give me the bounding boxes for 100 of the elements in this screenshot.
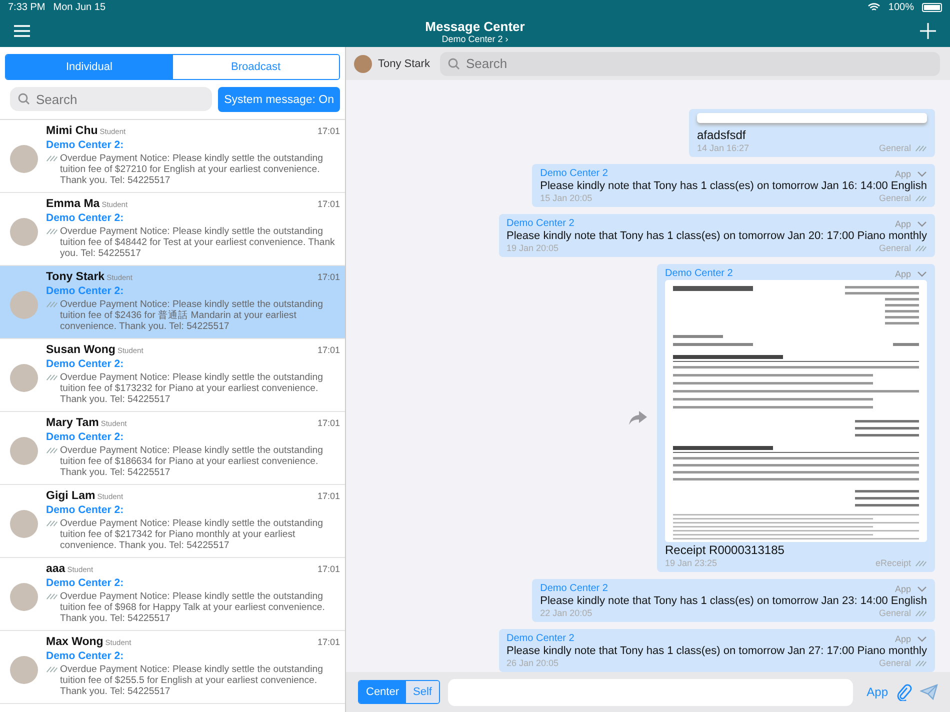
- message-preview: Overdue Payment Notice: Please kindly settle the outstanding tuition fee of $217342 for Piano monthly at your earliest convenience. Thank you. Tel: 54225517: [60, 518, 324, 551]
- read-ticks-icon: [46, 447, 58, 454]
- contact-name: Susan Wong: [46, 344, 116, 356]
- page-title: Message Center: [425, 18, 525, 34]
- message-time: 19 Jan 20:05: [506, 243, 559, 253]
- message-text: Please kindly note that Tony has 1 class(es) on tomorrow Jan 23: 14:00 English: [540, 595, 927, 607]
- message-time: 14 Jan 16:27: [697, 143, 750, 153]
- battery-icon: [922, 3, 942, 12]
- message-time: 17:01: [317, 491, 340, 501]
- message-category: General: [878, 608, 911, 618]
- receipt-image-drawing[interactable]: [665, 280, 927, 542]
- paperclip-icon[interactable]: [896, 683, 912, 701]
- sender-name: Demo Center 2:: [46, 577, 125, 589]
- message-time: 17:01: [317, 126, 340, 136]
- read-ticks-icon: [46, 593, 58, 600]
- message-preview: Overdue Payment Notice: Please kindly settle the outstanding tuition fee of $186634 for Piano at your earliest convenience. Thank you. Tel: 54225517: [60, 445, 324, 478]
- contact-name: Mimi Chu: [46, 125, 98, 137]
- message-text: afadsfsdf: [697, 128, 747, 142]
- contact-name: Max Wong: [46, 636, 104, 648]
- wifi-icon: [868, 3, 880, 12]
- channel-label: App: [894, 634, 911, 644]
- avatar: [10, 291, 38, 319]
- read-ticks-icon: [915, 144, 927, 152]
- menu-icon[interactable]: [14, 25, 30, 37]
- message-time: 17:01: [317, 564, 340, 574]
- avatar: [10, 656, 38, 684]
- message-category: General: [878, 143, 911, 153]
- message-category: General: [878, 658, 911, 668]
- message-category: General: [878, 193, 911, 203]
- sender-name: Demo Center 2:: [46, 431, 125, 443]
- read-ticks-icon: [46, 374, 58, 381]
- avatar: [10, 510, 38, 538]
- message-time: 22 Jan 20:05: [540, 608, 592, 618]
- channel-label: App: [894, 168, 911, 178]
- sender-name: Demo Center 2:: [46, 139, 125, 151]
- contact-name: Emma Ma: [46, 198, 100, 210]
- read-ticks-icon: [46, 228, 58, 235]
- message-text: Please kindly note that Tony has 1 class(es) on tomorrow Jan 20: 17:00 Piano monthly: [506, 230, 927, 242]
- read-ticks-icon: [915, 244, 927, 252]
- sender-name: Demo Center 2: [506, 218, 574, 229]
- message-preview: Overdue Payment Notice: Please kindly settle the outstanding tuition fee of $2436 for 普通話 Mandarin at your earliest convenience. Thank you. Tel: 54225517: [60, 299, 324, 332]
- message-text: Receipt R0000313185: [665, 543, 786, 557]
- channel-label: App: [894, 584, 911, 594]
- message-category: General: [878, 243, 911, 253]
- message-text: Please kindly note that Tony has 1 class(es) on tomorrow Jan 27: 17:00 Piano monthly: [506, 645, 927, 657]
- avatar: [10, 145, 38, 173]
- add-icon[interactable]: [920, 23, 936, 39]
- read-ticks-icon: [46, 155, 58, 162]
- chevron-down-icon[interactable]: [917, 170, 927, 176]
- chevron-down-icon[interactable]: [917, 270, 927, 276]
- read-ticks-icon: [915, 660, 927, 666]
- read-ticks-icon: [46, 301, 58, 308]
- channel-label: App: [894, 218, 911, 228]
- message-preview: Overdue Payment Notice: Please kindly settle the outstanding tuition fee of $255.5 for English at your earliest convenience. Thank you. Tel: 54225517: [60, 664, 324, 697]
- message-time: 26 Jan 20:05: [506, 658, 559, 668]
- battery-percentage: 100%: [888, 2, 914, 13]
- chevron-down-icon[interactable]: [917, 636, 927, 642]
- sender-name: Demo Center 2:: [46, 358, 125, 370]
- avatar: [10, 364, 38, 392]
- sender-name: Demo Center 2:: [46, 285, 125, 297]
- center-selector[interactable]: Demo Center 2 ›: [442, 34, 508, 44]
- avatar: [10, 437, 38, 465]
- read-ticks-icon: [915, 610, 927, 616]
- message-preview: Overdue Payment Notice: Please kindly settle the outstanding tuition fee of $173232 for Piano at your earliest convenience. Thank you. Tel: 54225517: [60, 372, 324, 405]
- message-time: 15 Jan 20:05: [540, 193, 592, 203]
- contact-name: aaa: [46, 563, 66, 575]
- message-category: eReceipt: [875, 558, 911, 568]
- message-preview: Overdue Payment Notice: Please kindly settle the outstanding tuition fee of $48442 for Test at your earliest convenience. Thank you. Tel: 54225517: [60, 226, 336, 259]
- message-preview: Overdue Payment Notice: Please kindly settle the outstanding tuition fee of $27210 for English at your earliest convenience. Thank you. Tel: 54225517: [60, 153, 324, 186]
- message-time: 17:01: [317, 345, 340, 355]
- message-time: 19 Jan 23:25: [665, 558, 718, 568]
- sender-name: Demo Center 2: [540, 583, 608, 594]
- message-time: 17:01: [317, 418, 340, 428]
- read-ticks-icon: [915, 194, 927, 202]
- read-ticks-icon: [46, 520, 58, 527]
- channel-label: App: [894, 268, 911, 278]
- read-ticks-icon: [46, 666, 58, 673]
- contact-name: Gigi Lam: [46, 490, 96, 502]
- avatar: [10, 218, 38, 246]
- sender-name: Demo Center 2: [506, 633, 574, 644]
- status-time: 7:33 PM: [8, 2, 46, 13]
- read-ticks-icon: [915, 560, 927, 566]
- avatar: [10, 583, 38, 611]
- forward-icon[interactable]: [629, 411, 647, 425]
- send-icon[interactable]: [920, 684, 938, 700]
- contact-name: Tony Stark: [378, 58, 430, 70]
- message-preview: Overdue Payment Notice: Please kindly settle the outstanding tuition fee of $968 for Happy Talk at your earliest convenience. Thank you. Tel: 54225517: [60, 591, 326, 624]
- chevron-down-icon[interactable]: [917, 220, 927, 226]
- message-text: Please kindly note that Tony has 1 class(es) on tomorrow Jan 16: 14:00 English: [540, 180, 927, 192]
- sender-name: Demo Center 2: [540, 168, 608, 179]
- chevron-down-icon[interactable]: [917, 586, 927, 592]
- sender-name: Demo Center 2:: [46, 212, 125, 224]
- contact-name: Mary Tam: [46, 417, 99, 429]
- search-field[interactable]: Search: [440, 52, 940, 76]
- message-time: 17:01: [317, 199, 340, 209]
- contact-name: Tony Stark: [46, 271, 105, 283]
- search-field[interactable]: Search: [10, 87, 212, 111]
- sender-name: Demo Center 2:: [46, 504, 125, 516]
- sender-name: Demo Center 2:: [46, 650, 125, 662]
- avatar: [354, 54, 372, 72]
